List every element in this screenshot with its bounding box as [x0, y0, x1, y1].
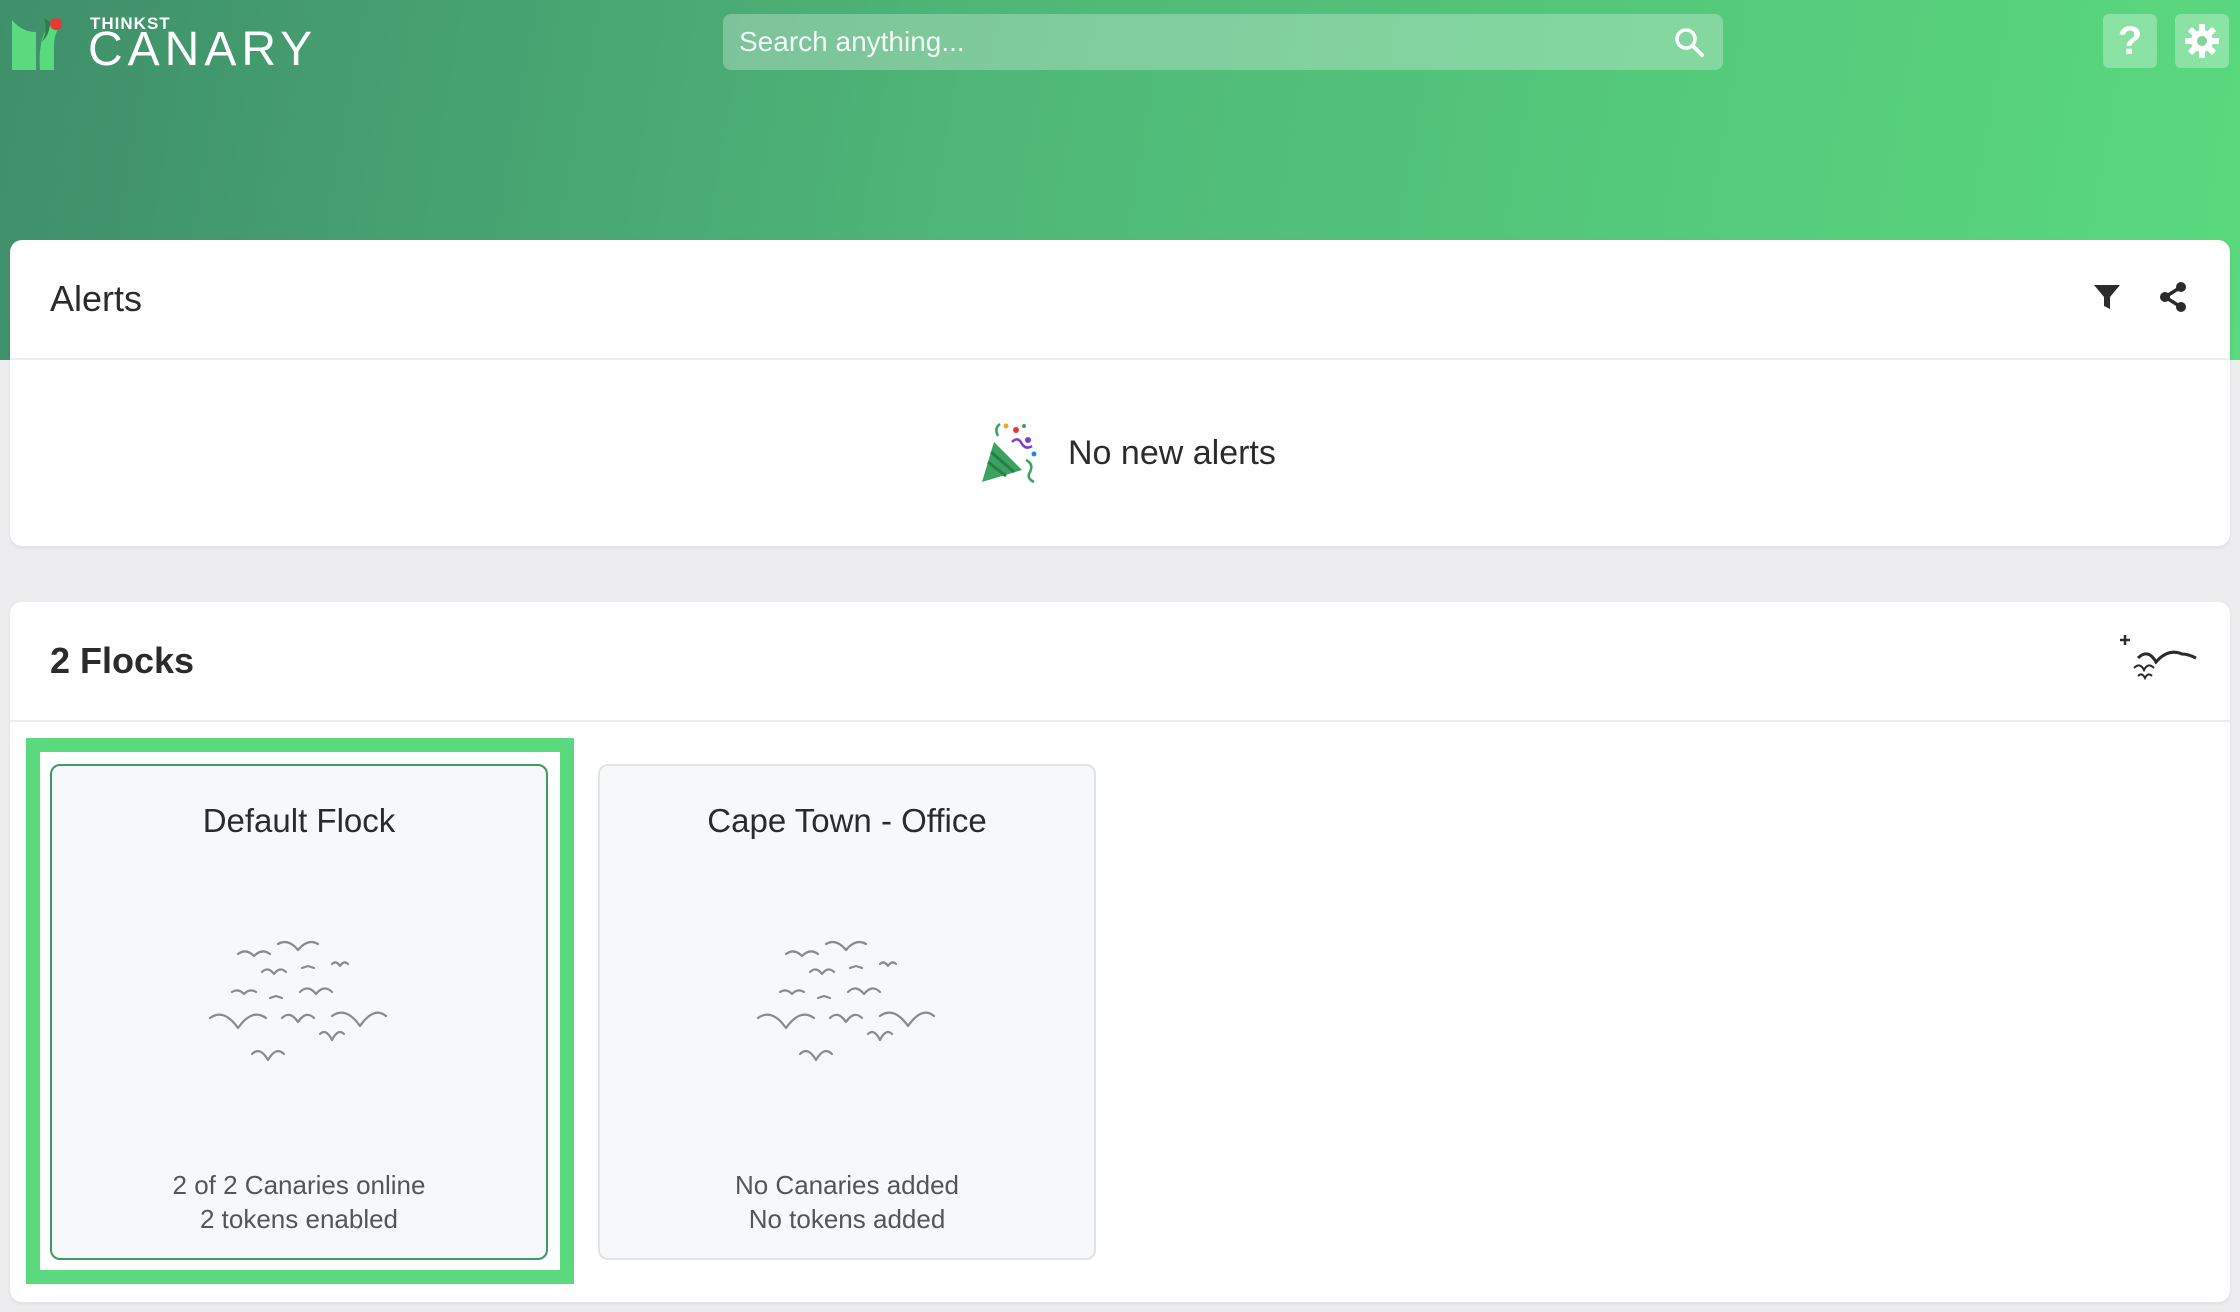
search-box: [723, 14, 1723, 70]
alerts-title: Alerts: [50, 278, 143, 319]
add-flock-icon[interactable]: [2116, 632, 2200, 682]
gear-icon: [2185, 24, 2219, 58]
flock-card-default[interactable]: Default Flock 2 of 2 Canaries online 2 t…: [50, 764, 548, 1260]
search-icon[interactable]: [1673, 26, 1705, 58]
birds-flock-icon: [208, 940, 388, 1062]
canary-bird-logo-icon: [12, 18, 62, 70]
flock-name: Default Flock: [202, 802, 396, 839]
flock-canaries-status: 2 of 2 Canaries online: [172, 1170, 426, 1200]
flocks-header: 2 Flocks: [10, 602, 2230, 722]
flocks-title: 2 Flocks: [50, 640, 195, 681]
no-alerts-message: No new alerts: [10, 420, 2230, 490]
share-icon[interactable]: [2156, 280, 2190, 314]
settings-button[interactable]: [2175, 14, 2229, 68]
help-button[interactable]: ?: [2103, 14, 2157, 68]
party-popper-icon: [982, 422, 1037, 484]
flock-name: Cape Town - Office: [707, 802, 987, 839]
search-input[interactable]: [723, 14, 1663, 70]
filter-icon[interactable]: [2092, 282, 2122, 312]
birds-flock-icon: [756, 940, 936, 1062]
flock-tokens-status: 2 tokens enabled: [199, 1204, 399, 1234]
alerts-panel: Alerts No new alerts: [10, 240, 2230, 546]
flocks-panel: 2 Flocks Default Flock 2 of 2 Canaries o…: [10, 602, 2230, 1302]
alerts-header: Alerts: [10, 240, 2230, 360]
flock-card-cape-town[interactable]: Cape Town - Office No Canaries added No …: [598, 764, 1096, 1260]
logo-title: CANARY: [88, 23, 318, 76]
help-icon: ?: [2117, 19, 2143, 63]
no-alerts-text: No new alerts: [1068, 434, 1276, 472]
flock-canaries-status: No Canaries added: [734, 1170, 960, 1200]
flock-tokens-status: No tokens added: [748, 1204, 946, 1234]
canary-logo[interactable]: THINKST CANARY: [10, 12, 350, 74]
